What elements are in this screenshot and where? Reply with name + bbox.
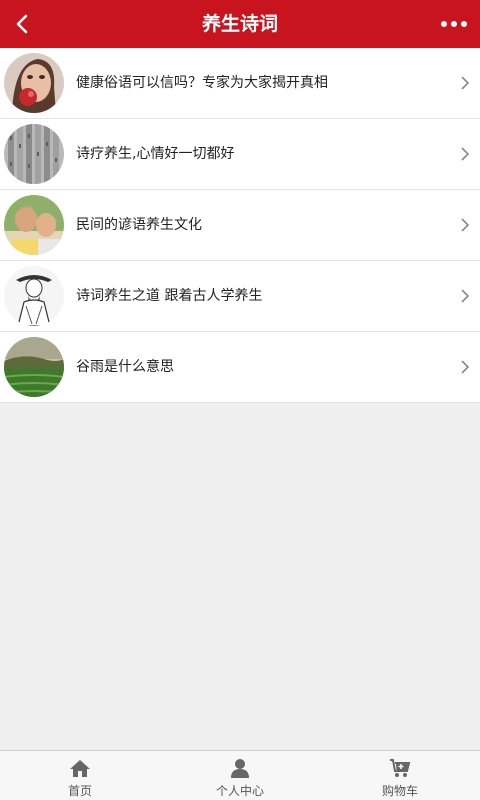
list-item[interactable]: 谷雨是什么意思 <box>0 332 480 403</box>
more-button[interactable] <box>428 0 480 48</box>
chevron-right-icon <box>461 218 470 232</box>
list-item[interactable]: 健康俗语可以信吗？专家为大家揭开真相 <box>0 48 480 119</box>
list-item-title: 民间的谚语养生文化 <box>76 217 202 233</box>
header-bar: 养生诗词 <box>0 0 480 48</box>
chevron-right-icon <box>461 76 470 90</box>
article-list: 健康俗语可以信吗？专家为大家揭开真相 诗疗养生,心情好一切都好 民间的谚语养生文… <box>0 48 480 403</box>
elderly-couple-thumbnail <box>4 195 64 255</box>
tab-cart[interactable]: 购物车 <box>320 751 480 800</box>
user-icon <box>231 759 249 778</box>
list-item-title: 健康俗语可以信吗？专家为大家揭开真相 <box>76 75 328 91</box>
bamboo-scroll-thumbnail <box>4 124 64 184</box>
list-item-title: 诗词养生之道 跟着古人学养生 <box>76 288 263 304</box>
tea-field-landscape-thumbnail <box>4 337 64 397</box>
tab-profile[interactable]: 个人中心 <box>160 751 320 800</box>
home-icon <box>70 760 90 777</box>
chevron-left-icon <box>16 14 28 34</box>
shopping-cart-icon <box>390 759 411 777</box>
chevron-right-icon <box>461 289 470 303</box>
list-item[interactable]: 民间的谚语养生文化 <box>0 190 480 261</box>
ancient-scholar-thumbnail <box>4 266 64 326</box>
list-item-title: 谷雨是什么意思 <box>76 359 174 375</box>
chevron-right-icon <box>461 147 470 161</box>
woman-eating-apple-thumbnail <box>4 53 64 113</box>
tab-home-label: 首页 <box>67 784 92 798</box>
tab-cart-label: 购物车 <box>381 784 418 798</box>
chevron-right-icon <box>461 360 470 374</box>
page-title: 养生诗词 <box>201 13 278 35</box>
list-item[interactable]: 诗词养生之道 跟着古人学养生 <box>0 261 480 332</box>
more-horizontal-icon <box>441 21 447 27</box>
list-item-title: 诗疗养生,心情好一切都好 <box>76 146 235 162</box>
tab-home[interactable]: 首页 <box>0 751 160 800</box>
list-item[interactable]: 诗疗养生,心情好一切都好 <box>0 119 480 190</box>
tab-profile-label: 个人中心 <box>215 784 264 798</box>
bottom-tab-bar: 首页 个人中心 购物车 <box>0 750 480 800</box>
back-button[interactable] <box>0 0 44 48</box>
